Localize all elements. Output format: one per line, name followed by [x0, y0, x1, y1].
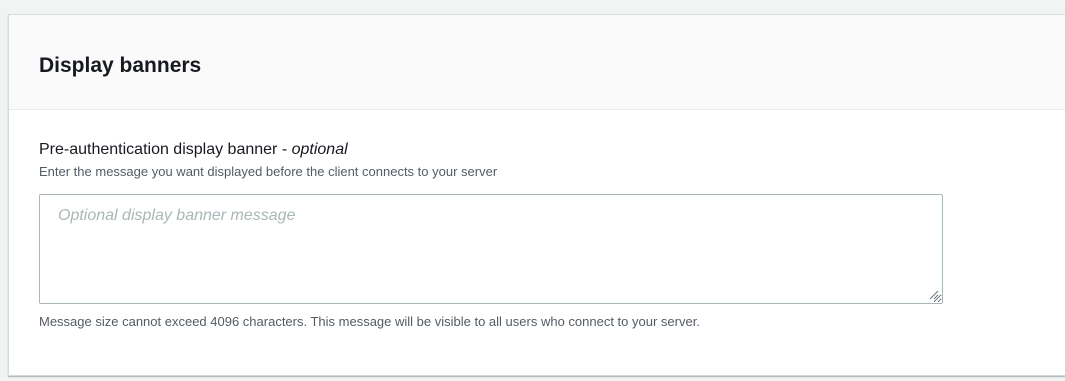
display-banners-panel: Display banners Pre-authentication displ…: [8, 14, 1065, 376]
panel-header: Display banners: [9, 15, 1065, 110]
field-label-text: Pre-authentication display banner -: [39, 141, 292, 158]
display-banner-textarea[interactable]: [39, 194, 943, 304]
pre-auth-banner-field: Pre-authentication display banner - opti…: [39, 140, 1065, 331]
field-label-optional: optional: [291, 141, 348, 158]
field-constraint-text: Message size cannot exceed 4096 characte…: [39, 314, 700, 329]
field-label: Pre-authentication display banner - opti…: [39, 140, 1065, 160]
panel-title: Display banners: [39, 54, 202, 77]
textarea-wrapper: [39, 194, 943, 304]
panel-body: Pre-authentication display banner - opti…: [9, 110, 1065, 331]
field-description: Enter the message you want displayed bef…: [39, 164, 498, 179]
